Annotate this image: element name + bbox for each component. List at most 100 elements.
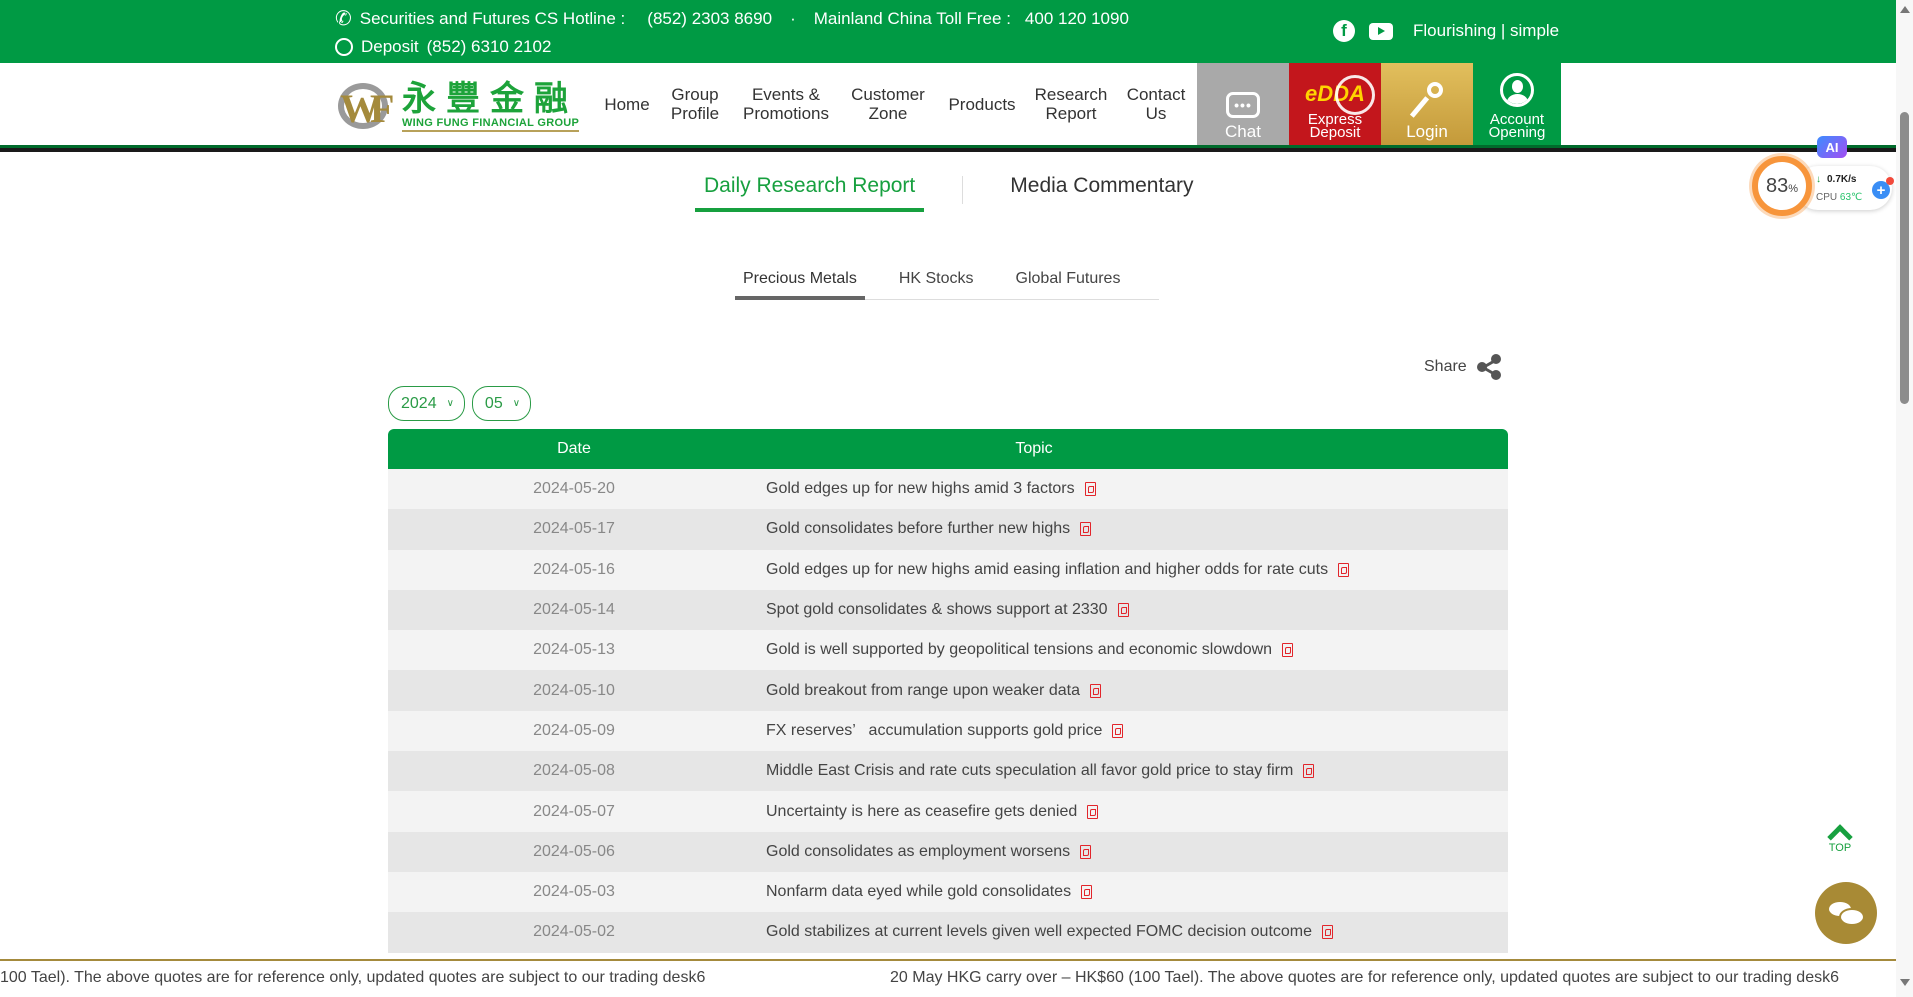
table-row: 2024-05-08 Middle East Crisis and rate cu… <box>388 751 1508 792</box>
tab-daily-research-report[interactable]: Daily Research Report <box>695 170 925 212</box>
pdf-icon[interactable] <box>1084 482 1096 497</box>
main-nav: WF 永豐金融 WING FUNG FINANCIAL GROUP Home G… <box>0 63 1896 145</box>
system-monitor-widget[interactable]: 83% ↓ 0.7K/s CPU 63℃ + <box>1752 156 1896 220</box>
table-row: 2024-05-02 Gold stabilizes at current lev… <box>388 912 1508 953</box>
row-topic-link[interactable]: Gold breakout from range upon weaker dat… <box>760 682 1508 700</box>
pdf-icon[interactable] <box>1117 603 1129 618</box>
whatsapp-icon <box>335 38 353 56</box>
pdf-icon[interactable] <box>1322 925 1334 940</box>
scrollbar-thumb[interactable] <box>1900 112 1909 404</box>
row-topic-link[interactable]: Gold consolidates before further new hig… <box>760 520 1508 538</box>
social-links: f Flourishing | simple <box>1333 20 1559 42</box>
express-deposit-button[interactable]: eDDA Express Deposit <box>1289 63 1381 145</box>
pdf-icon[interactable] <box>1080 844 1092 859</box>
nav-events-promotions[interactable]: Events & Promotions <box>736 63 836 145</box>
reports-table: Date Topic 2024-05-20 Gold edges up for n… <box>388 429 1508 953</box>
pdf-icon[interactable] <box>1338 562 1350 577</box>
scroll-down-arrow-icon[interactable] <box>1900 979 1910 986</box>
back-to-top-button[interactable]: TOP <box>1824 822 1856 854</box>
ai-badge[interactable]: AI <box>1817 136 1847 158</box>
row-date: 2024-05-08 <box>533 762 615 780</box>
deposit-label: Deposit <box>361 37 419 56</box>
column-header-date: Date <box>557 440 591 457</box>
nav-research-report[interactable]: Research Report <box>1032 63 1110 145</box>
login-button[interactable]: Login <box>1381 63 1473 145</box>
nav-products[interactable]: Products <box>942 63 1022 145</box>
row-topic-link[interactable]: Nonfarm data eyed while gold consolidate… <box>760 883 1508 901</box>
hotline-row: ✆ Securities and Futures CS Hotline : (8… <box>335 6 1129 31</box>
date-filters: 2024 ∨ 05 ∨ <box>388 386 532 421</box>
row-topic-link[interactable]: Uncertainty is here as ceasefire gets de… <box>760 803 1508 821</box>
table-body: 2024-05-20 Gold edges up for new highs am… <box>388 469 1508 953</box>
table-row: 2024-05-13 Gold is well supported by geop… <box>388 630 1508 671</box>
deposit-number[interactable]: (852) 6310 2102 <box>427 37 552 57</box>
row-date: 2024-05-10 <box>533 681 615 699</box>
row-date: 2024-05-16 <box>533 560 615 578</box>
table-row: 2024-05-16 Gold edges up for new highs am… <box>388 549 1508 590</box>
scroll-up-arrow-icon[interactable] <box>1900 6 1910 13</box>
main-tabs: Daily Research Report Media Commentary <box>695 170 1203 212</box>
table-row: 2024-05-10 Gold breakout from range upon … <box>388 670 1508 711</box>
pdf-icon[interactable] <box>1087 804 1099 819</box>
table-row: 2024-05-06 Gold consolidates as employmen… <box>388 831 1508 872</box>
pdf-icon[interactable] <box>1112 723 1124 738</box>
language-switch[interactable]: Flourishing | simple <box>1413 21 1559 41</box>
tab-media-commentary[interactable]: Media Commentary <box>1001 170 1202 208</box>
brand-name-en: WING FUNG FINANCIAL GROUP <box>402 117 580 132</box>
row-date: 2024-05-02 <box>533 923 615 941</box>
share-button[interactable]: Share <box>1424 354 1503 380</box>
table-row: 2024-05-09 FX reserves’ accumulation supp… <box>388 710 1508 752</box>
pdf-icon[interactable] <box>1303 764 1315 779</box>
ticker-segment: 20 May HKG carry over – HK$60 (100 Tael)… <box>890 969 1839 986</box>
year-select[interactable]: 2024 ∨ <box>388 386 465 421</box>
chevron-down-icon: ∨ <box>446 398 454 409</box>
pdf-icon[interactable] <box>1282 643 1294 658</box>
plus-icon[interactable]: + <box>1872 177 1894 199</box>
chat-button[interactable]: ••• Chat <box>1197 63 1289 145</box>
edda-logo-icon: eDDA <box>1305 75 1375 115</box>
nav-customer-zone[interactable]: Customer Zone <box>845 63 931 145</box>
pdf-icon[interactable] <box>1080 522 1092 537</box>
tab-precious-metals[interactable]: Precious Metals <box>735 264 865 300</box>
month-select[interactable]: 05 ∨ <box>471 386 532 421</box>
tab-global-futures[interactable]: Global Futures <box>1008 264 1129 299</box>
row-topic-link[interactable]: Middle East Crisis and rate cuts specula… <box>760 762 1508 780</box>
floating-chat-button[interactable] <box>1815 882 1877 944</box>
nav-group-profile[interactable]: Group Profile <box>662 63 728 145</box>
tab-hk-stocks[interactable]: HK Stocks <box>891 264 982 299</box>
account-opening-button[interactable]: Account Opening <box>1473 63 1561 145</box>
share-icon <box>1476 354 1503 380</box>
row-topic-link[interactable]: Gold edges up for new highs amid 3 facto… <box>760 480 1508 498</box>
download-arrow-icon: ↓ <box>1816 174 1821 185</box>
row-date: 2024-05-17 <box>533 520 615 538</box>
top-contact-bar: ✆ Securities and Futures CS Hotline : (8… <box>0 0 1896 63</box>
brand-name-cn: 永豐金融 <box>402 78 578 119</box>
row-topic-link[interactable]: FX reserves’ accumulation supports gold … <box>760 722 1508 740</box>
logo[interactable]: WF 永豐金融 WING FUNG FINANCIAL GROUP <box>336 77 586 135</box>
row-topic-link[interactable]: Gold is well supported by geopolitical t… <box>760 641 1508 659</box>
cpu-temperature: CPU 63℃ <box>1816 192 1863 203</box>
pdf-icon[interactable] <box>1081 885 1093 900</box>
row-date: 2024-05-06 <box>533 842 615 860</box>
table-row: 2024-05-07 Uncertainty is here as ceasefi… <box>388 791 1508 832</box>
network-speed: ↓ 0.7K/s <box>1816 174 1857 185</box>
row-topic-link[interactable]: Spot gold consolidates & shows support a… <box>760 601 1508 619</box>
ticker-segment: 100 Tael). The above quotes are for refe… <box>0 969 706 986</box>
nav-contact-us[interactable]: Contact Us <box>1120 63 1192 145</box>
key-icon <box>1409 82 1445 118</box>
pdf-icon[interactable] <box>1089 683 1101 698</box>
table-row: 2024-05-03 Nonfarm data eyed while gold c… <box>388 871 1508 913</box>
row-topic-link[interactable]: Gold stabilizes at current levels given … <box>760 923 1508 941</box>
row-date: 2024-05-03 <box>533 883 615 901</box>
page-scrollbar[interactable] <box>1896 0 1913 997</box>
row-topic-link[interactable]: Gold edges up for new highs amid easing … <box>760 561 1508 579</box>
facebook-icon[interactable]: f <box>1333 20 1355 42</box>
deposit-row: Deposit (852) 6310 2102 <box>335 37 551 57</box>
youtube-icon[interactable] <box>1369 22 1393 40</box>
table-row: 2024-05-20 Gold edges up for new highs am… <box>388 469 1508 510</box>
row-topic-link[interactable]: Gold consolidates as employment worsens <box>760 843 1508 861</box>
nav-home[interactable]: Home <box>597 63 657 145</box>
mainland-number[interactable]: 400 120 1090 <box>1025 9 1129 29</box>
cpu-usage-gauge: 83% <box>1752 156 1812 216</box>
hotline-number[interactable]: (852) 2303 8690 <box>647 9 772 29</box>
